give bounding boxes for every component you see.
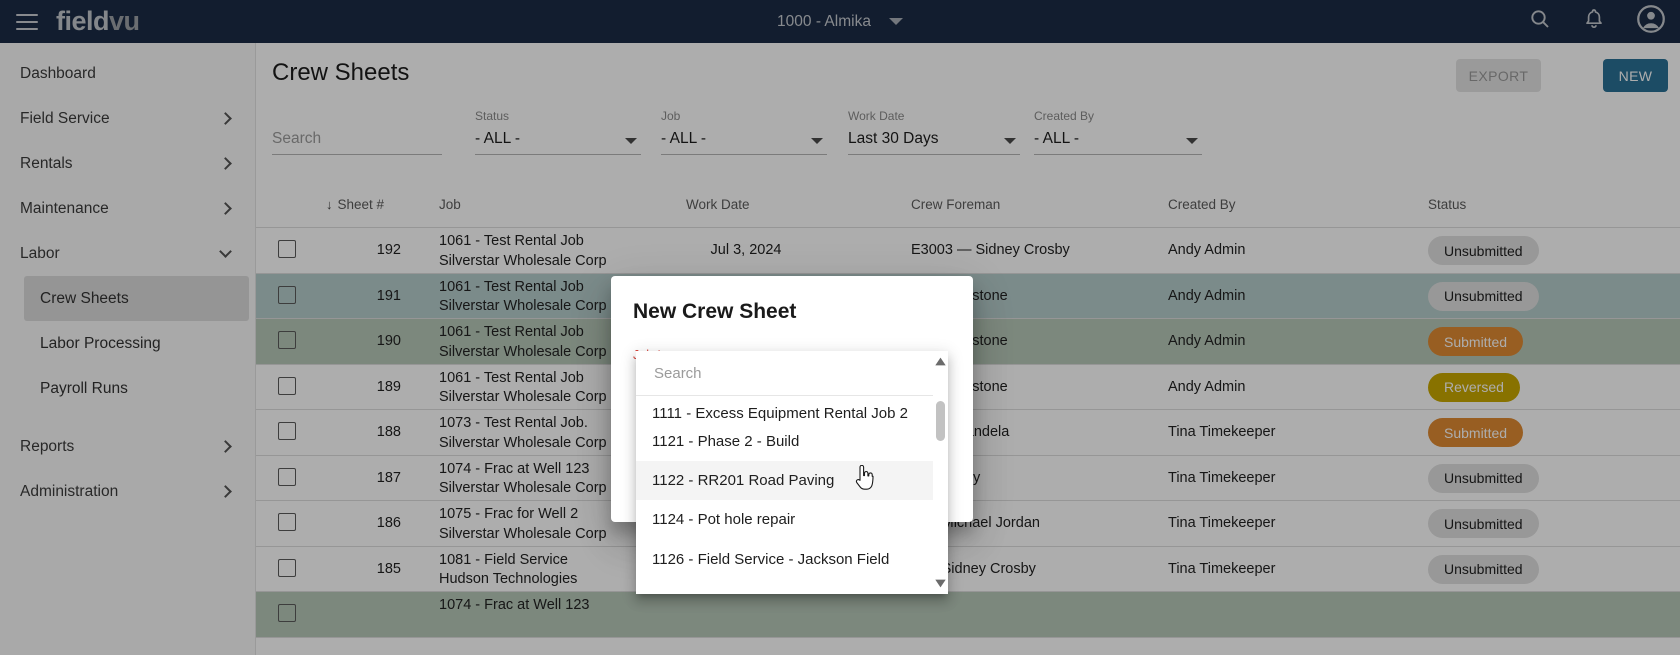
dialog-title: New Crew Sheet	[633, 300, 797, 323]
job-dropdown-panel: 1111 - Excess Equipment Rental Job 2 1121…	[636, 351, 948, 594]
dropdown-option[interactable]: 1111 - Excess Equipment Rental Job 2	[636, 396, 948, 422]
dropdown-option[interactable]: 1124 - Pot hole repair	[636, 500, 948, 539]
scrollbar-thumb[interactable]	[936, 401, 945, 441]
dropdown-option-label: 1111 - Excess Equipment Rental Job 2	[652, 405, 908, 422]
dropdown-option-label: 1121 - Phase 2 - Build	[652, 433, 800, 451]
dropdown-scrollbar[interactable]	[933, 351, 948, 594]
triangle-down-icon[interactable]	[934, 577, 947, 590]
dropdown-option-label: 1124 - Pot hole repair	[652, 511, 796, 529]
dropdown-option[interactable]: 1122 - RR201 Road Paving	[636, 461, 948, 501]
dropdown-search-input[interactable]	[652, 362, 912, 384]
dropdown-option-label: 1122 - RR201 Road Paving	[652, 472, 835, 490]
triangle-up-icon[interactable]	[934, 355, 947, 368]
dropdown-option-label: 1126 - Field Service - Jackson Field	[652, 550, 890, 568]
dropdown-search-row	[636, 351, 948, 396]
dropdown-option-list: 1111 - Excess Equipment Rental Job 2 1121…	[636, 396, 948, 594]
dropdown-option[interactable]: 1126 - Field Service - Jackson Field	[636, 540, 948, 579]
dropdown-option[interactable]: 1121 - Phase 2 - Build	[636, 422, 948, 461]
